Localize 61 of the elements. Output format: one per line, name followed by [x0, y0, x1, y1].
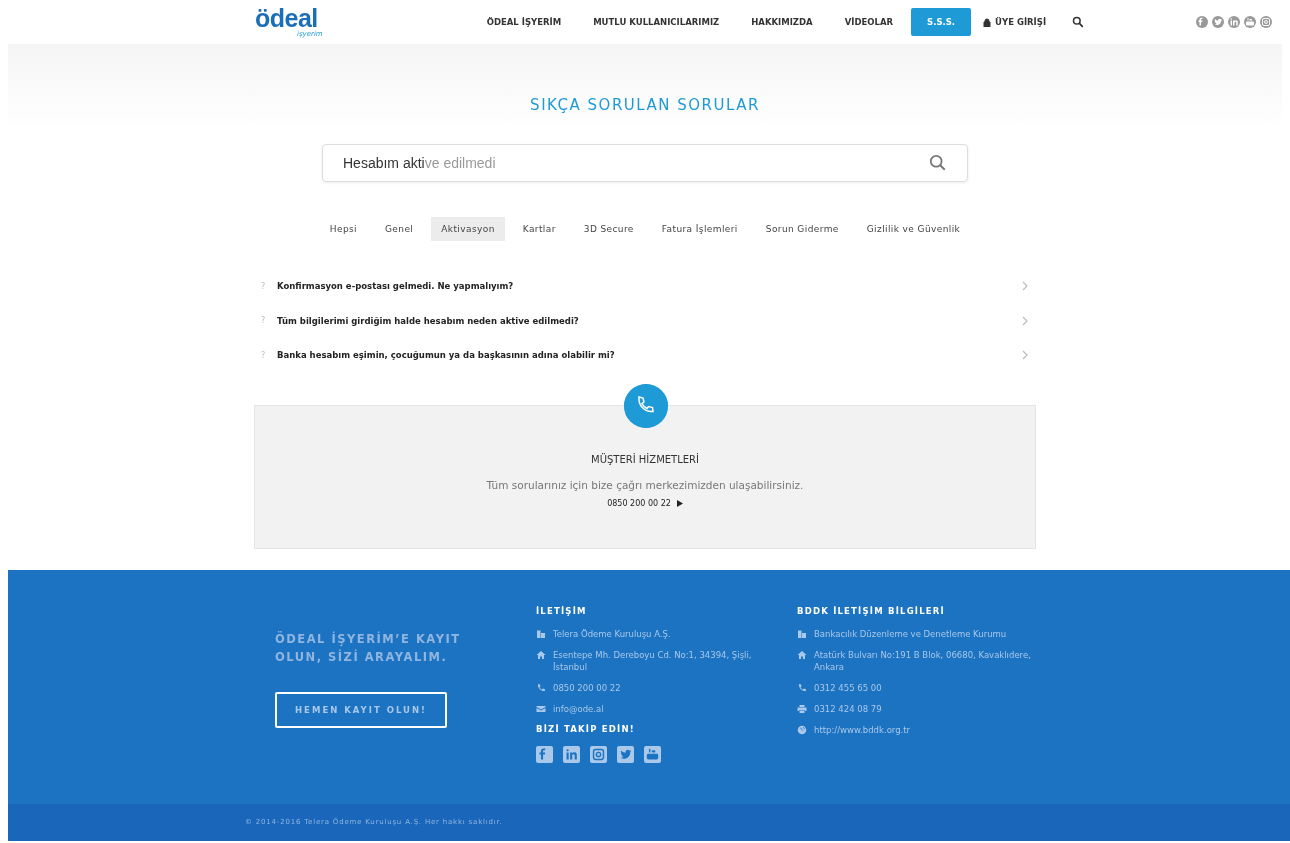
category-tab[interactable]: Kartlar	[512, 217, 566, 241]
linkedin-icon[interactable]	[563, 745, 580, 763]
facebook-icon[interactable]	[1196, 16, 1208, 28]
faq-question[interactable]: Konfirmasyon e-postası gelmedi. Ne yapmalıyım?	[277, 281, 514, 292]
faq-question[interactable]: Banka hesabım eşimin, çocuğumun ya da başkasının adına olabilir mi?	[277, 350, 615, 361]
phone-icon	[536, 682, 546, 693]
house-icon	[536, 649, 546, 660]
support-text: Tüm sorularınız için bize çağrı merkezimizden ulaşabilirsiniz.	[486, 478, 804, 491]
category-tab[interactable]: Hepsi	[319, 217, 367, 241]
signup-promo: ÖDEAL İŞYERİM’E KAYIT OLUN, SİZİ ARAYALIM.	[275, 630, 462, 666]
phone-icon	[797, 682, 807, 693]
support-title: MÜŞTERİ HİZMETLERİ	[591, 453, 699, 465]
phone-number[interactable]: 0850 200 00 22	[607, 498, 671, 508]
login-link[interactable]: ÜYE GİRİŞİ	[983, 17, 1047, 27]
section-heading: BDDK İLETİŞİM BİLGİLERİ	[797, 605, 946, 616]
faq-question[interactable]: Tüm bilgilerimi girdiğim halde hesabım neden aktive edilmedi?	[277, 315, 579, 326]
contact-text: http://www.bddk.org.tr	[814, 723, 911, 736]
instagram-icon[interactable]	[590, 745, 607, 763]
section-heading: BİZİ TAKİP EDİN!	[536, 723, 636, 734]
twitter-icon[interactable]	[1212, 16, 1224, 28]
category-tab[interactable]: Sorun Giderme	[755, 217, 849, 241]
chevron-right-icon[interactable]	[1021, 350, 1029, 361]
facebook-icon[interactable]	[536, 745, 553, 763]
question-mark: ?	[261, 316, 267, 326]
category-tab[interactable]: Genel	[375, 217, 424, 241]
chevron-right-icon[interactable]	[1021, 315, 1029, 326]
contact-text: Esentepe Mh. Dereboyu Cd. No:1, 34394, Şişli, İstanbul	[553, 648, 753, 673]
section-heading: İLETİŞİM	[536, 605, 588, 616]
linkedin-icon[interactable]	[1228, 16, 1240, 28]
contact-text: Atatürk Bulvarı No:191 B Blok, 06680, Kavaklıdere, Ankara	[814, 648, 1032, 673]
house-icon	[797, 649, 807, 660]
globe-icon	[797, 724, 807, 735]
search-icon[interactable]	[1072, 16, 1085, 28]
printer-icon	[797, 703, 807, 714]
contact-text: Telera Ödeme Kuruluşu A.Ş.	[553, 627, 671, 640]
category-tab[interactable]: 3D Secure	[573, 217, 644, 241]
instagram-icon[interactable]	[1260, 16, 1272, 28]
question-mark: ?	[261, 350, 267, 360]
envelope-icon	[536, 703, 546, 714]
chevron-right-icon[interactable]	[1021, 281, 1029, 292]
contact-text: Bankacılık Düzenleme ve Denetleme Kurumu	[814, 627, 1007, 640]
page-title: SIKÇA SORULAN SORULAR	[530, 96, 760, 114]
contact-text: 0312 424 08 79	[814, 702, 882, 715]
twitter-icon[interactable]	[617, 745, 634, 763]
building-icon	[797, 628, 807, 639]
search-field[interactable]: Hesabım aktive edilmedi	[322, 144, 968, 182]
nav-link[interactable]: VİDEOLAR	[830, 9, 908, 35]
category-tab[interactable]: Fatura İşlemleri	[651, 217, 748, 241]
category-tab[interactable]: Gizlilik ve Güvenlik	[856, 217, 971, 241]
contact-text: info@ode.al	[553, 702, 604, 715]
logo-wordmark[interactable]: ödeal	[255, 6, 318, 30]
nav-link[interactable]: MUTLU KULLANICILARIMIZ	[579, 9, 734, 35]
nav-link[interactable]: ÖDEAL İŞYERİM	[472, 9, 576, 35]
question-mark: ?	[261, 281, 267, 291]
building-icon	[536, 628, 546, 639]
contact-text: 0312 455 65 00	[814, 681, 882, 694]
nav-link[interactable]: HAKKIMIZDA	[737, 9, 827, 35]
contact-text: 0850 200 00 22	[553, 681, 621, 694]
play-icon[interactable]	[676, 499, 683, 507]
phone-icon	[624, 383, 668, 428]
category-tab[interactable]: Aktivasyon	[431, 217, 505, 241]
